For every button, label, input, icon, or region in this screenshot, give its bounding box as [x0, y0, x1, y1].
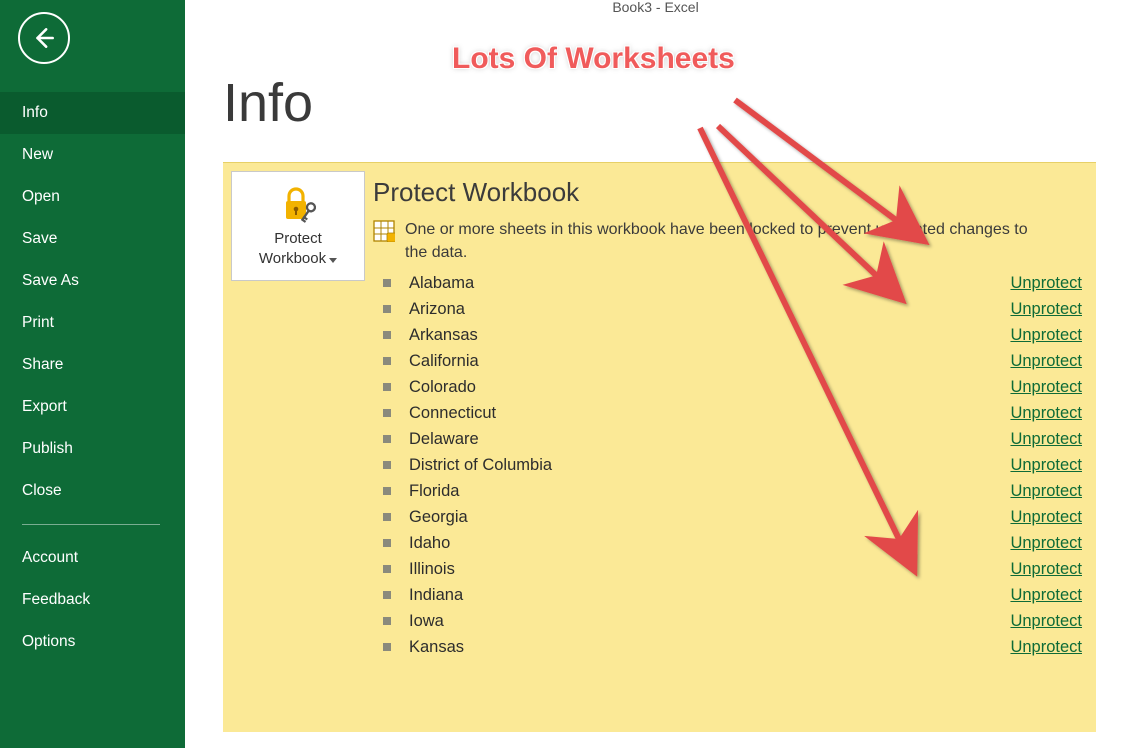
unprotect-link[interactable]: Unprotect	[1010, 326, 1082, 345]
protected-sheet-row: ArkansasUnprotect	[373, 322, 1084, 348]
sidebar-item-save-as[interactable]: Save As	[0, 260, 185, 302]
lock-key-icon	[278, 185, 318, 225]
page-title: Info	[223, 72, 1096, 134]
unprotect-link[interactable]: Unprotect	[1010, 638, 1082, 657]
sidebar-item-info[interactable]: Info	[0, 92, 185, 134]
back-button[interactable]	[18, 12, 70, 64]
protected-sheet-row: GeorgiaUnprotect	[373, 504, 1084, 530]
backstage-main: Book3 - Excel Info Prote	[185, 0, 1126, 748]
sheet-name: Delaware	[409, 430, 1010, 449]
bullet-icon	[383, 357, 391, 365]
sidebar-item-share[interactable]: Share	[0, 344, 185, 386]
protected-sheet-row: DelawareUnprotect	[373, 426, 1084, 452]
sheet-name: District of Columbia	[409, 456, 1010, 475]
sidebar-item-new[interactable]: New	[0, 134, 185, 176]
unprotect-link[interactable]: Unprotect	[1010, 274, 1082, 293]
sheet-name: Indiana	[409, 586, 1010, 605]
unprotect-link[interactable]: Unprotect	[1010, 482, 1082, 501]
sheet-name: Connecticut	[409, 404, 1010, 423]
unprotect-link[interactable]: Unprotect	[1010, 612, 1082, 631]
protected-sheet-row: CaliforniaUnprotect	[373, 348, 1084, 374]
protect-heading: Protect Workbook	[373, 177, 1084, 208]
window-title: Book3 - Excel	[185, 0, 1126, 14]
bullet-icon	[383, 409, 391, 417]
protected-sheet-row: ColoradoUnprotect	[373, 374, 1084, 400]
protected-sheet-row: ArizonaUnprotect	[373, 296, 1084, 322]
unprotect-link[interactable]: Unprotect	[1010, 378, 1082, 397]
sheet-name: Georgia	[409, 508, 1010, 527]
sheet-name: Colorado	[409, 378, 1010, 397]
bullet-icon	[383, 591, 391, 599]
sidebar-item-print[interactable]: Print	[0, 302, 185, 344]
sheet-name: Arkansas	[409, 326, 1010, 345]
sidebar-separator	[22, 524, 160, 525]
unprotect-link[interactable]: Unprotect	[1010, 560, 1082, 579]
unprotect-link[interactable]: Unprotect	[1010, 430, 1082, 449]
unprotect-link[interactable]: Unprotect	[1010, 508, 1082, 527]
bullet-icon	[383, 565, 391, 573]
bullet-icon	[383, 487, 391, 495]
sheet-name: Kansas	[409, 638, 1010, 657]
sidebar-item-close[interactable]: Close	[0, 470, 185, 512]
dropdown-caret-icon	[329, 258, 337, 263]
bullet-icon	[383, 279, 391, 287]
bullet-icon	[383, 305, 391, 313]
sidebar-item-publish[interactable]: Publish	[0, 428, 185, 470]
sidebar-item-open[interactable]: Open	[0, 176, 185, 218]
protected-sheet-row: IowaUnprotect	[373, 608, 1084, 634]
backstage-sidebar: InfoNewOpenSaveSave AsPrintShareExportPu…	[0, 0, 185, 748]
sidebar-item-feedback[interactable]: Feedback	[0, 579, 185, 621]
bullet-icon	[383, 539, 391, 547]
unprotect-link[interactable]: Unprotect	[1010, 456, 1082, 475]
sheet-name: Alabama	[409, 274, 1010, 293]
protected-sheet-row: District of ColumbiaUnprotect	[373, 452, 1084, 478]
protected-sheet-row: KansasUnprotect	[373, 634, 1084, 660]
sidebar-item-save[interactable]: Save	[0, 218, 185, 260]
protected-sheet-row: AlabamaUnprotect	[373, 270, 1084, 296]
bullet-icon	[383, 643, 391, 651]
sidebar-item-account[interactable]: Account	[0, 537, 185, 579]
protected-sheet-list: AlabamaUnprotectArizonaUnprotectArkansas…	[373, 270, 1084, 660]
protected-sheet-row: ConnecticutUnprotect	[373, 400, 1084, 426]
protect-workbook-button-label: Protect Workbook	[259, 229, 337, 270]
bullet-icon	[383, 461, 391, 469]
sheet-name: Idaho	[409, 534, 1010, 553]
protect-content: Protect Workbook One or more sheets in t…	[373, 163, 1096, 672]
sidebar-item-options[interactable]: Options	[0, 621, 185, 663]
bullet-icon	[383, 435, 391, 443]
bullet-icon	[383, 513, 391, 521]
unprotect-link[interactable]: Unprotect	[1010, 586, 1082, 605]
bullet-icon	[383, 383, 391, 391]
protect-button-line1: Protect	[274, 229, 322, 249]
sheet-name: Florida	[409, 482, 1010, 501]
sheet-name: Illinois	[409, 560, 1010, 579]
sheet-name: California	[409, 352, 1010, 371]
sheet-name: Arizona	[409, 300, 1010, 319]
protected-sheet-row: IndianaUnprotect	[373, 582, 1084, 608]
protected-sheet-row: FloridaUnprotect	[373, 478, 1084, 504]
protect-description: One or more sheets in this workbook have…	[405, 218, 1045, 264]
sheet-name: Iowa	[409, 612, 1010, 631]
unprotect-link[interactable]: Unprotect	[1010, 300, 1082, 319]
bullet-icon	[383, 617, 391, 625]
unprotect-link[interactable]: Unprotect	[1010, 352, 1082, 371]
unprotect-link[interactable]: Unprotect	[1010, 534, 1082, 553]
protected-sheet-row: IllinoisUnprotect	[373, 556, 1084, 582]
protect-workbook-panel: Protect Workbook Protect Workbook One	[223, 162, 1096, 732]
protect-workbook-button[interactable]: Protect Workbook	[231, 171, 365, 281]
back-arrow-icon	[31, 25, 57, 51]
protected-sheet-row: IdahoUnprotect	[373, 530, 1084, 556]
protect-button-line2: Workbook	[259, 249, 326, 269]
sidebar-item-export[interactable]: Export	[0, 386, 185, 428]
unprotect-link[interactable]: Unprotect	[1010, 404, 1082, 423]
worksheet-icon	[373, 220, 395, 242]
bullet-icon	[383, 331, 391, 339]
